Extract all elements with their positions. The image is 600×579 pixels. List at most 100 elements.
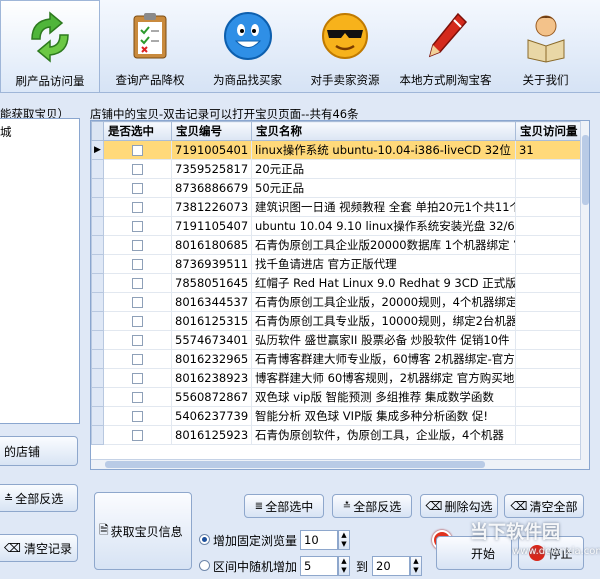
row-checkbox[interactable]	[132, 221, 143, 232]
item-name-cell[interactable]: 石青伪原创软件，伪原创工具，企业版，4个机器	[251, 425, 516, 445]
item-visits-cell[interactable]	[515, 406, 584, 426]
item-id-cell[interactable]: 7858051645	[171, 273, 252, 293]
table-row[interactable]: 5406237739 智能分析 双色球 VIP版 集成多种分析函数 促!	[91, 406, 584, 426]
item-id-cell[interactable]: 7359525817	[171, 159, 252, 179]
column-header-selected[interactable]: 是否选中	[103, 121, 172, 141]
row-checkbox[interactable]	[132, 335, 143, 346]
item-id-cell[interactable]: 5406237739	[171, 406, 252, 426]
vertical-scrollbar[interactable]	[580, 121, 589, 469]
row-checkbox[interactable]	[132, 316, 143, 327]
column-header-name[interactable]: 宝贝名称	[251, 121, 516, 141]
row-checkbox[interactable]	[132, 164, 143, 175]
item-visits-cell[interactable]	[515, 330, 584, 350]
item-id-cell[interactable]: 8016238923	[171, 368, 252, 388]
clear-all-button[interactable]: ⌫ 清空全部	[504, 494, 584, 518]
item-id-cell[interactable]: 8016232965	[171, 349, 252, 369]
row-checkbox[interactable]	[132, 183, 143, 194]
fixed-value-input[interactable]: 10	[300, 530, 338, 550]
delete-checked-button[interactable]: ⌫ 删除勾选	[420, 494, 498, 518]
item-name-cell[interactable]: 弘历软件 盛世赢家II 股票必备 炒股软件 促销10件	[251, 330, 516, 350]
row-checkbox-cell[interactable]	[103, 235, 172, 255]
item-visits-cell[interactable]	[515, 273, 584, 293]
item-id-cell[interactable]: 5560872867	[171, 387, 252, 407]
toolbar-item-find-buyers[interactable]: 为商品找买家	[200, 0, 295, 92]
table-row[interactable]: 8736939511 找千鱼请进店 官方正版代理	[91, 254, 584, 274]
table-row[interactable]: 8016125923 石青伪原创软件，伪原创工具，企业版，4个机器	[91, 425, 584, 445]
item-id-cell[interactable]: 7191105407	[171, 216, 252, 236]
row-checkbox[interactable]	[132, 392, 143, 403]
scroll-thumb[interactable]	[582, 135, 589, 205]
item-id-cell[interactable]: 7191005401	[171, 140, 252, 160]
toolbar-item-about-us[interactable]: 关于我们	[503, 0, 588, 92]
random-to-spinner[interactable]: ▲ ▼	[410, 556, 422, 576]
row-indicator[interactable]	[91, 254, 104, 274]
fixed-value-spinner[interactable]: ▲ ▼	[338, 530, 350, 550]
row-checkbox-cell[interactable]	[103, 330, 172, 350]
row-checkbox-cell[interactable]	[103, 140, 172, 160]
item-name-cell[interactable]: ubuntu 10.04 9.10 linux操作系统安装光盘 32/64	[251, 216, 516, 236]
row-checkbox-cell[interactable]	[103, 311, 172, 331]
row-checkbox[interactable]	[132, 145, 143, 156]
item-visits-cell[interactable]	[515, 292, 584, 312]
row-indicator[interactable]	[91, 387, 104, 407]
row-checkbox-cell[interactable]	[103, 216, 172, 236]
item-id-cell[interactable]: 5574673401	[171, 330, 252, 350]
item-visits-cell[interactable]	[515, 178, 584, 198]
item-name-cell[interactable]: linux操作系统 ubuntu-10.04-i386-liveCD 32位 C…	[251, 140, 516, 160]
item-visits-cell[interactable]	[515, 216, 584, 236]
table-row[interactable]: 8016125315 石青伪原创工具专业版，10000规则，绑定2台机器	[91, 311, 584, 331]
item-visits-cell[interactable]	[515, 311, 584, 331]
item-id-cell[interactable]: 8016125315	[171, 311, 252, 331]
row-indicator[interactable]	[91, 273, 104, 293]
row-indicator[interactable]	[91, 292, 104, 312]
item-name-cell[interactable]: 智能分析 双色球 VIP版 集成多种分析函数 促!	[251, 406, 516, 426]
row-indicator[interactable]	[91, 368, 104, 388]
item-name-cell[interactable]: 找千鱼请进店 官方正版代理	[251, 254, 516, 274]
table-row[interactable]: 8016180685 石青伪原创工具企业版20000数据库 1个机器绑定 官	[91, 235, 584, 255]
item-visits-cell[interactable]	[515, 159, 584, 179]
random-increase-radio[interactable]	[199, 560, 210, 571]
left-list-item[interactable]: 城	[0, 124, 12, 140]
row-checkbox[interactable]	[132, 430, 143, 441]
row-indicator[interactable]	[91, 406, 104, 426]
table-row[interactable]: 5574673401 弘历软件 盛世赢家II 股票必备 炒股软件 促销10件	[91, 330, 584, 350]
row-checkbox[interactable]	[132, 373, 143, 384]
row-indicator[interactable]	[91, 349, 104, 369]
scroll-thumb[interactable]	[105, 461, 485, 468]
row-indicator[interactable]	[91, 425, 104, 445]
fetch-items-button[interactable]: 🗎 获取宝贝信息	[94, 492, 192, 570]
left-shop-list[interactable]	[0, 118, 80, 424]
item-name-cell[interactable]: 石青伪原创工具企业版20000数据库 1个机器绑定 官	[251, 235, 516, 255]
clear-records-button[interactable]: ⌫ 清空记录	[0, 534, 78, 562]
item-id-cell[interactable]: 8016344537	[171, 292, 252, 312]
row-checkbox-cell[interactable]	[103, 387, 172, 407]
row-checkbox[interactable]	[132, 240, 143, 251]
table-row[interactable]: 7359525817 20元正品	[91, 159, 584, 179]
row-checkbox[interactable]	[132, 411, 143, 422]
item-visits-cell[interactable]	[515, 349, 584, 369]
row-indicator[interactable]	[91, 235, 104, 255]
row-indicator[interactable]	[91, 330, 104, 350]
item-name-cell[interactable]: 石青伪原创工具企业版，20000规则，4个机器绑定	[251, 292, 516, 312]
table-row[interactable]: 7191105407 ubuntu 10.04 9.10 linux操作系统安装光…	[91, 216, 584, 236]
item-visits-cell[interactable]	[515, 235, 584, 255]
row-indicator[interactable]	[91, 159, 104, 179]
row-indicator[interactable]	[91, 197, 104, 217]
row-checkbox-cell[interactable]	[103, 425, 172, 445]
item-visits-cell[interactable]	[515, 425, 584, 445]
item-name-cell[interactable]: 50元正品	[251, 178, 516, 198]
row-checkbox-cell[interactable]	[103, 178, 172, 198]
table-row[interactable]: 7381226073 建筑识图一日通 视频教程 全套 单拍20元1个共11个	[91, 197, 584, 217]
item-visits-cell[interactable]	[515, 197, 584, 217]
item-name-cell[interactable]: 20元正品	[251, 159, 516, 179]
item-id-cell[interactable]: 8016125923	[171, 425, 252, 445]
row-checkbox-cell[interactable]	[103, 159, 172, 179]
item-name-cell[interactable]: 红帽子 Red Hat Linux 9.0 Redhat 9 3CD 正式版	[251, 273, 516, 293]
select-all-button[interactable]: ≣ 全部选中	[244, 494, 324, 518]
toolbar-item-rival-sellers[interactable]: 对手卖家资源	[300, 0, 390, 92]
row-checkbox[interactable]	[132, 354, 143, 365]
item-id-cell[interactable]: 8016180685	[171, 235, 252, 255]
horizontal-scrollbar[interactable]	[91, 459, 581, 469]
item-name-cell[interactable]: 双色球 vip版 智能预测 多组推荐 集成数学函数	[251, 387, 516, 407]
item-name-cell[interactable]: 石青伪原创工具专业版，10000规则，绑定2台机器	[251, 311, 516, 331]
